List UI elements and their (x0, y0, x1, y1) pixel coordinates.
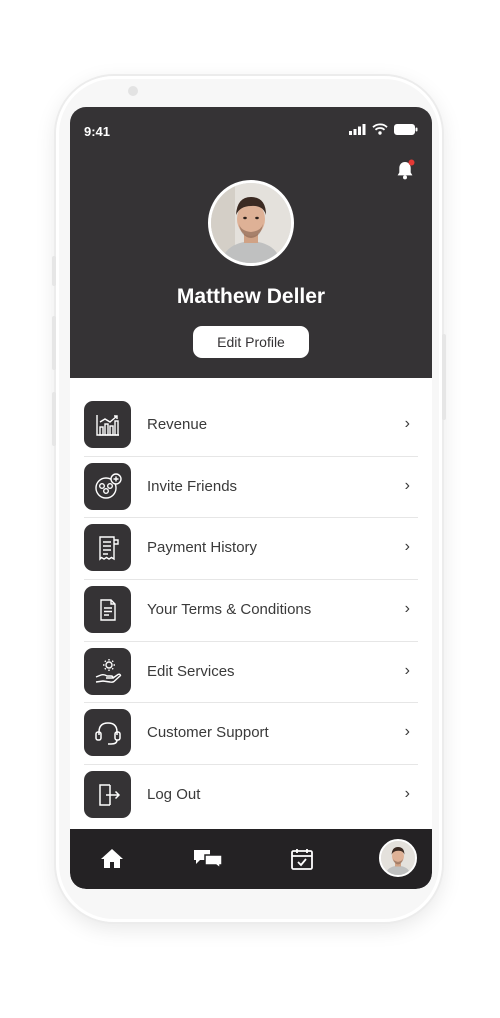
service-gear-hand-icon (84, 647, 131, 695)
battery-icon (394, 123, 418, 135)
tab-home[interactable] (100, 847, 124, 874)
profile-header: 9:41 Matthew Deller Edit Profile (70, 107, 432, 378)
chat-icon (194, 850, 223, 870)
tab-messages[interactable] (192, 847, 224, 874)
status-time: 9:41 (84, 124, 111, 139)
menu-label-invite-friends: Invite Friends (147, 477, 238, 495)
wifi-icon (372, 123, 388, 135)
menu-item-customer-support[interactable]: Customer Support › (84, 703, 418, 766)
signal-icon (349, 123, 366, 135)
menu-item-revenue[interactable]: Revenue › (84, 395, 418, 457)
mute-switch (52, 256, 56, 286)
invite-friends-icon (84, 462, 131, 510)
chevron-right-icon: › (404, 600, 410, 618)
chevron-right-icon: › (404, 661, 410, 679)
logout-icon (84, 771, 131, 819)
chevron-right-icon: › (404, 415, 410, 432)
receipt-icon (84, 524, 131, 572)
menu-item-invite-friends[interactable]: Invite Friends › (84, 457, 418, 519)
menu-item-terms[interactable]: Your Terms & Conditions › (84, 580, 418, 642)
menu-item-log-out[interactable]: Log Out › (84, 765, 418, 826)
menu-label-edit-services: Edit Services (147, 662, 235, 680)
notification-bell[interactable] (394, 159, 416, 186)
menu-list: Revenue › Invite Friends › Payment Histo… (84, 395, 418, 826)
menu-item-payment-history[interactable]: Payment History › (84, 518, 418, 581)
menu-label-payment-history: Payment History (147, 539, 258, 557)
chevron-right-icon: › (404, 476, 410, 494)
revenue-chart-icon (84, 401, 131, 448)
user-name: Matthew Deller (176, 285, 326, 308)
menu-label-terms: Your Terms & Conditions (147, 601, 312, 619)
menu-label-revenue: Revenue (147, 416, 208, 433)
home-icon (101, 849, 123, 868)
power-button (442, 334, 446, 420)
calendar-check-icon (291, 849, 313, 870)
app-screen: 9:41 Matthew Deller Edit Profile Revenue… (70, 107, 432, 889)
phone-frame: 9:41 Matthew Deller Edit Profile Revenue… (52, 76, 446, 922)
profile-avatar[interactable] (208, 180, 294, 266)
chevron-right-icon: › (404, 538, 410, 556)
tab-profile-avatar[interactable] (379, 839, 417, 877)
avatar-portrait (381, 841, 415, 875)
headset-icon (84, 709, 131, 757)
status-icons (349, 123, 418, 135)
bottom-tab-bar (70, 829, 432, 889)
tab-calendar[interactable] (290, 847, 314, 876)
chevron-right-icon: › (404, 723, 410, 741)
menu-item-edit-services[interactable]: Edit Services › (84, 642, 418, 704)
document-icon (84, 586, 131, 634)
avatar-portrait (211, 183, 291, 263)
menu-label-log-out: Log Out (147, 786, 201, 804)
edit-profile-button[interactable]: Edit Profile (193, 326, 309, 358)
chevron-right-icon: › (404, 785, 410, 803)
notification-dot (408, 159, 415, 166)
volume-down-button (52, 392, 56, 446)
front-camera (128, 86, 138, 96)
bell-icon (397, 159, 415, 180)
volume-up-button (52, 316, 56, 370)
menu-label-customer-support: Customer Support (147, 724, 269, 742)
